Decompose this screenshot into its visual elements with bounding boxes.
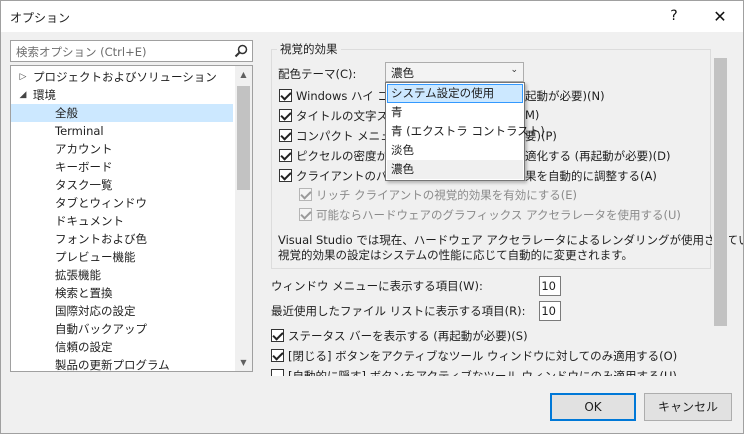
options-scroll-thumb[interactable] [714, 58, 727, 326]
expand-arrow-icon[interactable]: ▷ [17, 68, 29, 86]
chevron-down-icon: ⌄ [510, 65, 518, 75]
tree-item[interactable]: フォントおよび色 [11, 230, 233, 248]
tree-item[interactable]: キーボード [11, 158, 233, 176]
tree-item-label: 検索と置換 [55, 286, 113, 300]
sub-effect-checkbox[interactable] [299, 188, 312, 201]
tree-item[interactable]: 信頼の設定 [11, 338, 233, 356]
tree-item[interactable]: 全般 [11, 104, 233, 122]
visual-effect-checkbox[interactable] [279, 89, 292, 102]
tree-item-label: キーボード [55, 160, 113, 174]
options-dialog: オプション ? ✕ 検索オプション (Ctrl+E) ▷ プロジェクトおよびソリュ… [0, 0, 744, 434]
visual-effect-checkbox[interactable] [279, 169, 292, 182]
collapse-arrow-icon[interactable]: ◢ [17, 86, 29, 104]
tree-item[interactable]: 検索と置換 [11, 284, 233, 302]
recent-files-label: 最近使用したファイル リストに表示する項目(R): [271, 304, 526, 318]
theme-dropdown-list: システム設定の使用青青 (エクストラ コントラスト) 淡色 濃色 [385, 82, 545, 181]
tree-item[interactable]: プレビュー機能 [11, 248, 233, 266]
visual-effect-checkbox[interactable] [279, 109, 292, 122]
tree-item[interactable]: ▷ プロジェクトおよびソリューション [11, 68, 233, 86]
tree-item[interactable]: Terminal [11, 122, 233, 140]
tree-item-label: フォントおよび色 [55, 232, 147, 246]
tree-item-label: 信頼の設定 [55, 340, 113, 354]
option-checkbox-label: [閉じる] ボタンをアクティブなツール ウィンドウに対してのみ適用する(O) [288, 349, 678, 363]
scroll-down-arrow-icon[interactable]: ▼ [235, 354, 252, 371]
tree-item-label: 全般 [55, 106, 78, 120]
options-tree: ▷ プロジェクトおよびソリューション ◢ 環境全般 Terminal アカウントキーボード… [10, 65, 253, 372]
theme-option[interactable]: 淡色 [387, 141, 523, 160]
theme-option[interactable]: システム設定の使用 [387, 84, 523, 103]
theme-value: 濃色 [391, 66, 414, 80]
tree-item[interactable]: タスク一覧 [11, 176, 233, 194]
cancel-button[interactable]: キャンセル [644, 393, 732, 421]
theme-option[interactable]: 青 (エクストラ コントラスト) [387, 122, 545, 141]
info-text-line2: 視覚的効果の設定はシステムの性能に応じて自動的に変更されます。 [278, 248, 634, 262]
options-scrollbar[interactable] [712, 41, 729, 386]
search-icon[interactable] [234, 44, 248, 58]
window-title: オプション [10, 11, 71, 25]
tree-item[interactable]: タブとウィンドウ [11, 194, 233, 212]
tree-item-label: 自動バックアップ [55, 322, 147, 336]
visual-effect-label-start: タイトルの文字スタ [296, 109, 400, 123]
recent-files-field[interactable]: 10 [539, 301, 561, 321]
scroll-up-arrow-icon[interactable]: ▲ [235, 66, 252, 83]
visual-effect-label-end: 果を自動的に調整する(A) [525, 169, 657, 183]
tree-scrollbar[interactable]: ▲ ▼ [235, 66, 252, 371]
window-menu-items-field[interactable]: 10 [539, 276, 561, 296]
visual-effect-label-end: M) [525, 108, 540, 122]
sub-effect-checkbox[interactable] [299, 208, 312, 221]
tree-item-label: タブとウィンドウ [55, 196, 147, 210]
theme-option[interactable]: 青 [387, 103, 523, 122]
tree-item[interactable]: 国際対応の設定 [11, 302, 233, 320]
search-input[interactable]: 検索オプション (Ctrl+E) [10, 40, 253, 62]
sub-effect-label: リッチ クライアントの視覚的効果を有効にする(E) [316, 188, 578, 202]
tree-item[interactable]: 自動バックアップ [11, 320, 233, 338]
title-bar: オプション ? ✕ [1, 1, 743, 32]
theme-combobox[interactable]: 濃色 ⌄ [385, 62, 524, 82]
window-menu-items-label: ウィンドウ メニューに表示する項目(W): [271, 279, 483, 293]
tree-item[interactable]: アカウント [11, 140, 233, 158]
tree-item-label: アカウント [55, 142, 113, 156]
option-checkbox[interactable] [271, 329, 284, 342]
tree-item-label: Terminal [55, 124, 104, 138]
tree-item[interactable]: 拡張機能 [11, 266, 233, 284]
search-placeholder: 検索オプション (Ctrl+E) [16, 45, 147, 59]
tree-item-label: タスク一覧 [55, 178, 113, 192]
tree-item-label: プロジェクトおよびソリューション [33, 70, 217, 84]
tree-item-label: 拡張機能 [55, 268, 101, 282]
visual-effect-checkbox[interactable] [279, 149, 292, 162]
close-button[interactable]: ✕ [697, 1, 743, 32]
tree-item-label: プレビュー機能 [55, 250, 136, 264]
tree-item-label: 環境 [33, 88, 56, 102]
theme-label: 配色テーマ(C): [278, 67, 357, 81]
tree-item-label: 国際対応の設定 [55, 304, 136, 318]
visual-effect-label-end: 起動が必要)(N) [525, 89, 605, 103]
help-button[interactable]: ? [651, 1, 697, 32]
tree-scroll-thumb[interactable] [237, 86, 250, 190]
visual-effect-label-end: 適化する (再起動が必要)(D) [525, 149, 671, 163]
visual-effect-label-start: ピクセルの密度が異 [296, 149, 400, 163]
option-checkbox-label: ステータス バーを表示する (再起動が必要)(S) [288, 329, 528, 343]
theme-option[interactable]: 濃色 [387, 160, 523, 179]
tree-item[interactable]: ◢ 環境 [11, 86, 233, 104]
option-checkbox[interactable] [271, 349, 284, 362]
tree-item[interactable]: ドキュメント [11, 212, 233, 230]
tree-item-label: 製品の更新プログラム [55, 358, 170, 372]
sub-effect-label: 可能ならハードウェアのグラフィックス アクセラレータを使用する(U) [316, 208, 681, 222]
info-text-line1: Visual Studio では現在、ハードウェア アクセラレータによるレンダリ… [278, 233, 744, 247]
tree-item[interactable]: 製品の更新プログラム [11, 356, 233, 372]
visual-effects-title: 視覚的効果 [277, 41, 341, 57]
visual-effect-checkbox[interactable] [279, 129, 292, 142]
ok-button[interactable]: OK [550, 393, 636, 421]
tree-item-label: ドキュメント [55, 214, 124, 228]
